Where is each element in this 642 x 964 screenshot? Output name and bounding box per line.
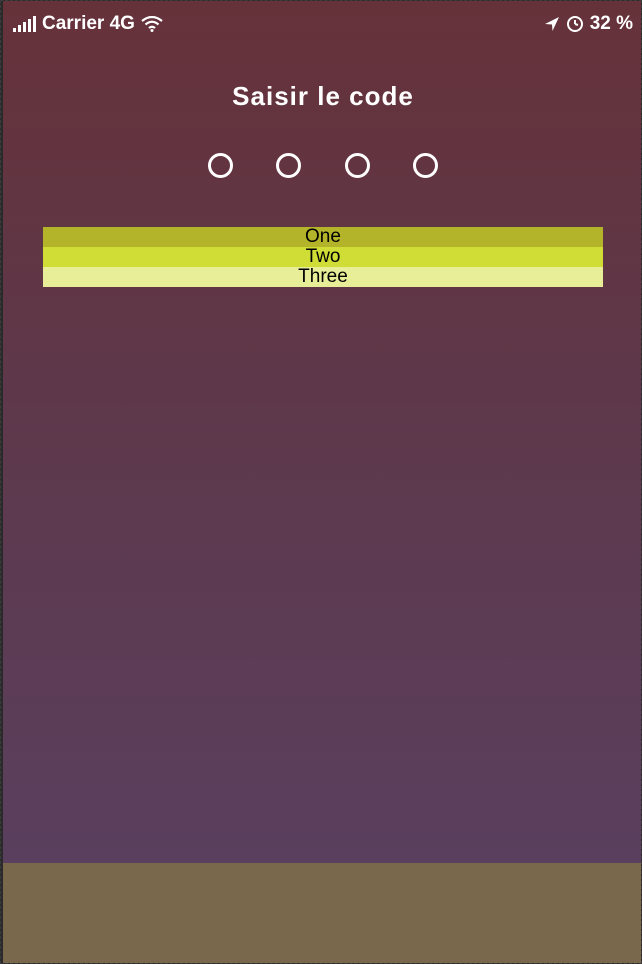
passcode-dot <box>208 153 233 178</box>
passcode-dot <box>276 153 301 178</box>
status-bar-left: Carrier 4G <box>13 13 163 35</box>
list-item-one[interactable]: One <box>43 227 603 247</box>
passcode-screen: Carrier 4G 32 % Saisir le code One Two T… <box>3 1 641 863</box>
location-arrow-icon <box>544 17 559 31</box>
carrier-label: Carrier 4G <box>42 13 135 34</box>
wifi-icon <box>141 16 163 32</box>
list-item-two[interactable]: Two <box>43 247 603 267</box>
page-title: Saisir le code <box>232 81 414 111</box>
status-bar: Carrier 4G 32 % <box>3 1 641 45</box>
passcode-dots <box>208 153 448 179</box>
bottom-bar <box>3 863 641 963</box>
status-bar-right: 32 % <box>544 13 633 35</box>
device-frame: Carrier 4G 32 % Saisir le code One Two T… <box>0 0 642 964</box>
alarm-clock-icon <box>566 16 583 32</box>
passcode-dot <box>345 153 370 178</box>
passcode-dot <box>413 153 438 178</box>
list-item-three[interactable]: Three <box>43 267 603 287</box>
battery-percentage: 32 % <box>589 13 633 34</box>
signal-icon <box>13 16 36 32</box>
options-list: One Two Three <box>43 227 603 287</box>
